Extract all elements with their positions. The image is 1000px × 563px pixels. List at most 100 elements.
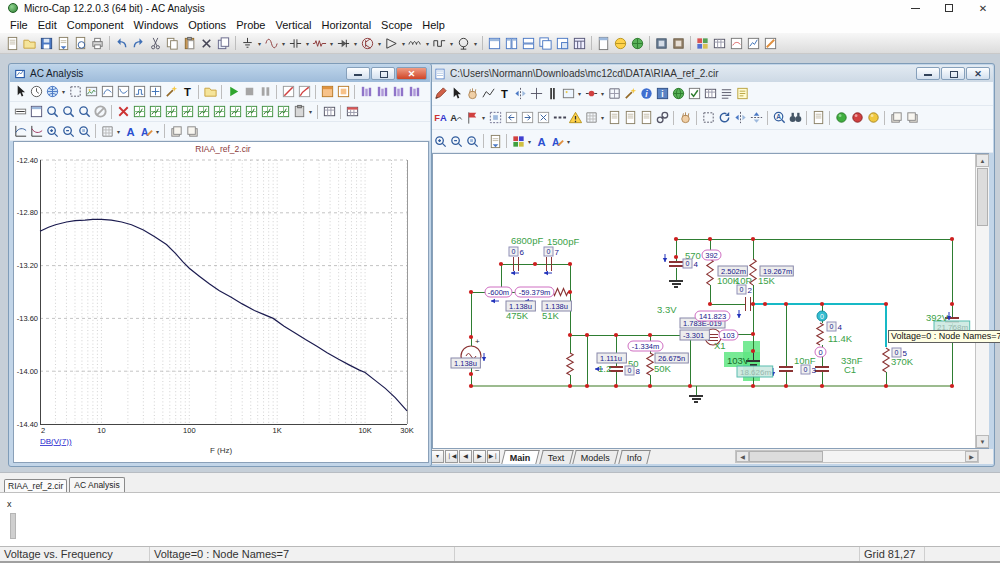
menu-file[interactable]: File [5,17,33,33]
ac2-zoomc-icon[interactable] [44,104,60,120]
sch1-cursor-icon[interactable] [448,86,464,102]
sheet-last-button[interactable]: ▶❘ [487,450,500,463]
ac1-chartA-icon[interactable] [99,84,115,100]
sch1-pic-dropdown[interactable]: ▾ [576,90,583,97]
minimize-button[interactable] [898,0,932,16]
sheet-first-button[interactable]: ❘◀ [445,450,458,463]
sch2-doc-icon[interactable] [606,110,622,126]
sch2-arrX-icon[interactable] [535,110,551,126]
ac1-play-icon[interactable] [225,84,241,100]
main-doc2-icon[interactable] [55,35,72,51]
sch1-cross-icon[interactable] [528,86,544,102]
sch2-mirr-icon[interactable] [732,110,748,126]
sch3-colorgrid-icon[interactable] [510,133,526,149]
plot-canvas[interactable]: -12.40-12.80-13.20-13.60-14.00-14.402101… [13,141,429,463]
main-pul-icon[interactable] [431,35,448,51]
ac1-chartB-icon[interactable] [115,84,131,100]
sch3-doc2-icon[interactable] [487,133,503,149]
sheet-next-button[interactable]: ▶ [473,450,486,463]
ac3-A-icon[interactable]: A [122,123,138,139]
sch2-dotr-icon[interactable] [849,110,865,126]
main-folder-icon[interactable] [21,35,38,51]
sch1-tbl-icon[interactable] [702,86,718,102]
ac2-gridg-icon[interactable] [243,104,259,120]
close-button[interactable]: ✕ [966,0,1000,16]
sch3-Apen-icon[interactable]: A [549,133,565,149]
main-ind-dropdown[interactable]: ▾ [424,40,431,47]
ac2-gridg-icon[interactable] [211,104,227,120]
ac2-clip-dropdown[interactable]: ▾ [307,108,314,115]
ac1-img-icon[interactable] [83,84,99,100]
sch1-node-icon[interactable] [583,86,599,102]
ac2-gridg-icon[interactable] [275,104,291,120]
ac3-magp-icon[interactable] [44,123,60,139]
main-ind-icon[interactable] [407,35,424,51]
ac3-magm-icon[interactable] [60,123,76,139]
ac1-redA-icon[interactable] [280,84,296,100]
main-tile3-icon[interactable] [520,35,537,51]
ac3-magd-icon[interactable] [76,123,92,139]
ac2-clip-icon[interactable] [291,104,307,120]
main-dio-dropdown[interactable]: ▾ [352,40,359,47]
ac1-chartD-icon[interactable] [147,84,163,100]
sch1-info-icon[interactable]: i [638,86,654,102]
ac3-grid-dropdown[interactable]: ▾ [115,128,122,135]
sch2-rot-icon[interactable] [716,110,732,126]
sch2-arrR-icon[interactable] [519,110,535,126]
main-prev-icon[interactable] [72,35,89,51]
sch2-warn-icon[interactable] [567,110,583,126]
schematic-minimize-button[interactable] [916,67,940,80]
maximize-button[interactable] [932,0,966,16]
main-modeB-icon[interactable] [670,35,687,51]
ac2-gridg-icon[interactable] [179,104,195,120]
main-chartW-icon[interactable] [745,35,762,51]
ac1-globe-icon[interactable] [44,84,60,100]
main-tile4-icon[interactable] [537,35,554,51]
main-cut-icon[interactable] [147,35,164,51]
sch2-doc-icon[interactable] [638,110,654,126]
sch1-polyline-icon[interactable] [480,86,496,102]
ac1-colbar-icon[interactable] [406,84,422,100]
sch1-T-icon[interactable]: T [496,86,512,102]
main-dio-icon[interactable] [335,35,352,51]
sch3-colorgrid-dropdown[interactable]: ▾ [526,138,533,145]
sch2-grid-dropdown[interactable]: ▾ [599,114,606,121]
sch2-doc-icon[interactable] [622,110,638,126]
ac3-Apen-dropdown[interactable]: ▾ [154,128,161,135]
main-cap-dropdown[interactable]: ▾ [304,40,311,47]
ac2-redx-icon[interactable] [115,104,131,120]
main-gnd-dropdown[interactable]: ▾ [256,40,263,47]
ac3-axA-icon[interactable] [12,123,28,139]
main-trans-icon[interactable] [359,35,376,51]
schematic-titlebar[interactable]: C:\Users\Normann\Downloads\mc12cd\DATA\R… [430,65,993,82]
ac1-orangeB-icon[interactable] [335,84,351,100]
sch2-link-icon[interactable] [654,110,670,126]
ac1-chartC-icon[interactable] [131,84,147,100]
main-optA-icon[interactable] [694,35,711,51]
menu-horizontal[interactable]: Horizontal [317,17,377,33]
main-chartP-icon[interactable] [762,35,779,51]
sch2-dotg-icon[interactable] [833,110,849,126]
sch1-pic-icon[interactable] [560,86,576,102]
main-optB-icon[interactable] [728,35,745,51]
ac1-wand-icon[interactable] [163,84,179,100]
main-res-dropdown[interactable]: ▾ [328,40,335,47]
main-copy2-icon[interactable] [215,35,232,51]
ac1-folder-icon[interactable] [202,84,218,100]
main-res-icon[interactable] [311,35,328,51]
hscroll-left-button[interactable]: ◀ [736,451,749,462]
sheet-tab-models[interactable]: Models [572,450,619,464]
main-redo-icon[interactable] [130,35,147,51]
ac1-globe-dropdown[interactable]: ▾ [60,88,67,95]
scroll-down-button[interactable]: ▼ [976,435,989,448]
sch2-magA-icon[interactable]: A [771,110,787,126]
ac1-pause-icon[interactable] [257,84,273,100]
main-globey-icon[interactable] [612,35,629,51]
doc-tab-ac-analysis[interactable]: AC Analysis [69,477,124,492]
sch1-grid2-icon[interactable] [606,86,622,102]
main-q-icon[interactable] [455,35,472,51]
sch1-mirr-icon[interactable] [512,86,528,102]
sheet-dropdown-button[interactable]: ▾ [431,450,444,463]
hscroll-right-button[interactable]: ▶ [965,451,978,462]
sch2-doty-icon[interactable] [865,110,881,126]
